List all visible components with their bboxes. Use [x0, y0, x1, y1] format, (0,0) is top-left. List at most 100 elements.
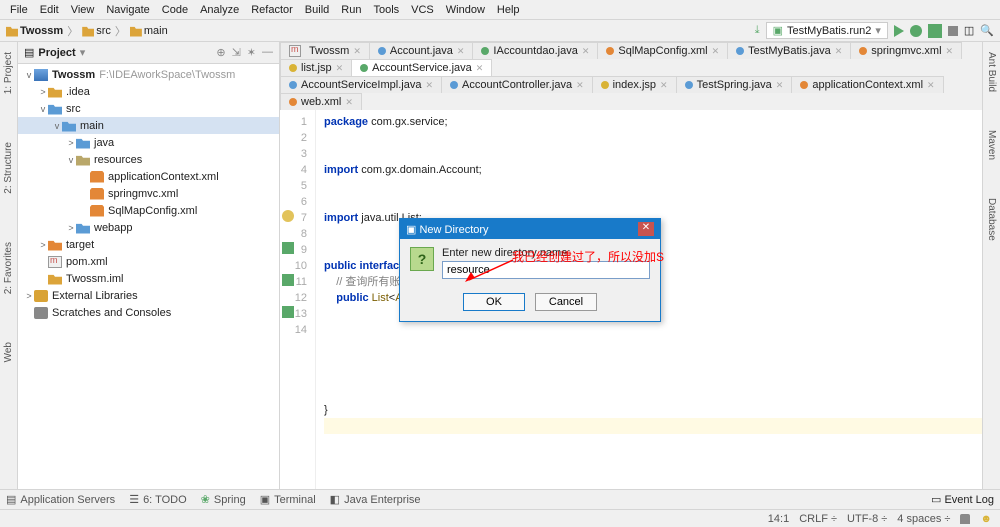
tree-item[interactable]: >java — [18, 134, 279, 151]
editor-tab[interactable]: AccountService.java✕ — [351, 59, 492, 76]
tool-structure[interactable]: 2: Structure — [3, 138, 14, 198]
stop-button[interactable] — [948, 26, 958, 36]
tree-root[interactable]: Twossm — [52, 69, 95, 81]
debug-button[interactable] — [910, 25, 922, 37]
editor-tab[interactable]: SqlMapConfig.xml✕ — [597, 42, 728, 59]
editor-tab[interactable]: index.jsp✕ — [592, 76, 677, 93]
tool-maven[interactable]: Maven — [986, 126, 997, 164]
cancel-button[interactable]: Cancel — [535, 293, 597, 311]
editor-tab[interactable]: AccountController.java✕ — [441, 76, 593, 93]
tree-item[interactable]: pom.xml — [18, 253, 279, 270]
editor-tab[interactable]: applicationContext.xml✕ — [791, 76, 943, 93]
search-icon[interactable]: 🔍 — [980, 24, 994, 37]
menu-run[interactable]: Run — [335, 4, 367, 16]
tree-item[interactable]: vmain — [18, 117, 279, 134]
collapse-icon[interactable]: ⇲ — [232, 46, 241, 59]
editor-tab[interactable]: TestSpring.java✕ — [676, 76, 793, 93]
status-indent[interactable]: 4 spaces ÷ — [897, 513, 950, 525]
menu-tools[interactable]: Tools — [367, 4, 405, 16]
menu-build[interactable]: Build — [299, 4, 335, 16]
breadcrumb-main[interactable]: main — [144, 25, 168, 37]
close-tab-icon[interactable]: ✕ — [835, 46, 843, 57]
tool-project[interactable]: 1: Project — [3, 48, 14, 98]
tool-todo[interactable]: ☰6: TODO — [129, 493, 186, 506]
status-encoding[interactable]: UTF-8 ÷ — [847, 513, 887, 525]
tree-item[interactable]: vresources — [18, 151, 279, 168]
status-position[interactable]: 14:1 — [768, 513, 789, 525]
editor-tab[interactable]: springmvc.xml✕ — [850, 42, 962, 59]
tree-item[interactable]: SqlMapConfig.xml — [18, 202, 279, 219]
close-tab-icon[interactable]: ✕ — [345, 97, 353, 108]
menu-window[interactable]: Window — [440, 4, 491, 16]
close-tab-icon[interactable]: ✕ — [457, 46, 465, 57]
tool-appservers[interactable]: ▤Application Servers — [6, 493, 115, 506]
editor-tab[interactable]: AccountServiceImpl.java✕ — [280, 76, 442, 93]
coverage-button[interactable] — [928, 24, 942, 38]
settings-icon[interactable]: ✶ — [247, 46, 256, 59]
tree-item[interactable]: springmvc.xml — [18, 185, 279, 202]
lock-icon[interactable] — [960, 514, 970, 524]
close-tab-icon[interactable]: ✕ — [712, 46, 720, 57]
menu-help[interactable]: Help — [491, 4, 526, 16]
tree-item[interactable]: >target — [18, 236, 279, 253]
chevron-down-icon[interactable]: ▾ — [80, 46, 86, 59]
project-tree[interactable]: vTwossmF:\IDEAworkSpace\Twossm >.ideavsr… — [18, 64, 279, 489]
editor-tab[interactable]: Twossm✕ — [280, 42, 370, 59]
menu-navigate[interactable]: Navigate — [100, 4, 155, 16]
tree-item[interactable]: >webapp — [18, 219, 279, 236]
tool-favorites[interactable]: 2: Favorites — [3, 238, 14, 298]
menu-file[interactable]: File — [4, 4, 34, 16]
breadcrumb-src[interactable]: src — [96, 25, 111, 37]
inspector-icon[interactable]: ☻ — [980, 513, 992, 525]
close-tab-icon[interactable]: ✕ — [336, 63, 344, 74]
tree-item[interactable]: >.idea — [18, 83, 279, 100]
close-tab-icon[interactable]: ✕ — [660, 80, 668, 91]
gutter-run-icon[interactable] — [282, 242, 294, 254]
close-tab-icon[interactable]: ✕ — [927, 80, 935, 91]
breadcrumb-root[interactable]: Twossm — [20, 25, 63, 37]
status-line-ending[interactable]: CRLF ÷ — [799, 513, 837, 525]
close-tab-icon[interactable]: ✕ — [946, 46, 954, 57]
ok-button[interactable]: OK — [463, 293, 525, 311]
tree-item[interactable]: applicationContext.xml — [18, 168, 279, 185]
dropdown-icon[interactable]: ▤ — [24, 46, 34, 59]
menu-edit[interactable]: Edit — [34, 4, 65, 16]
tool-web[interactable]: Web — [3, 338, 14, 366]
run-config-selector[interactable]: ▣ TestMyBatis.run2 ▾ — [766, 22, 888, 39]
close-tab-icon[interactable]: ✕ — [353, 46, 361, 57]
hide-icon[interactable]: — — [262, 46, 273, 59]
gutter-mark-icon[interactable] — [282, 210, 294, 222]
menu-vcs[interactable]: VCS — [405, 4, 440, 16]
select-opened-icon[interactable]: ⊕ — [216, 46, 225, 59]
tool-javaee[interactable]: ◧Java Enterprise — [330, 493, 421, 506]
editor-tab[interactable]: web.xml✕ — [280, 93, 362, 110]
tool-eventlog[interactable]: ▭ Event Log — [931, 493, 994, 506]
tree-item[interactable]: vsrc — [18, 100, 279, 117]
close-tab-icon[interactable]: ✕ — [576, 80, 584, 91]
tree-item[interactable]: Twossm.iml — [18, 270, 279, 287]
tool-database[interactable]: Database — [986, 194, 997, 245]
tree-ext-libs[interactable]: External Libraries — [52, 290, 138, 302]
editor-tab[interactable]: IAccountdao.java✕ — [472, 42, 598, 59]
menu-view[interactable]: View — [65, 4, 101, 16]
editor-tab[interactable]: list.jsp✕ — [280, 59, 352, 76]
menu-analyze[interactable]: Analyze — [194, 4, 245, 16]
breadcrumb[interactable]: Twossm 〉 src 〉 main — [6, 23, 168, 39]
tool-terminal[interactable]: ▣Terminal — [260, 493, 316, 506]
close-tab-icon[interactable]: ✕ — [582, 46, 590, 57]
close-tab-icon[interactable]: ✕ — [425, 80, 433, 91]
editor-tab[interactable]: TestMyBatis.java✕ — [727, 42, 851, 59]
tree-scratches[interactable]: Scratches and Consoles — [52, 307, 171, 319]
gutter-run-icon[interactable] — [282, 274, 294, 286]
tool-spring[interactable]: ❀Spring — [201, 493, 246, 506]
build-icon[interactable]: ⤓ — [755, 24, 760, 37]
menu-refactor[interactable]: Refactor — [245, 4, 299, 16]
menu-code[interactable]: Code — [156, 4, 194, 16]
tool-ant[interactable]: Ant Build — [986, 48, 997, 96]
close-tab-icon[interactable]: ✕ — [476, 63, 484, 74]
editor-tab[interactable]: Account.java✕ — [369, 42, 474, 59]
run-button[interactable] — [894, 25, 904, 37]
layout-icon[interactable]: ◫ — [964, 24, 974, 37]
close-tab-icon[interactable]: ✕ — [776, 80, 784, 91]
gutter-run-icon[interactable] — [282, 306, 294, 318]
